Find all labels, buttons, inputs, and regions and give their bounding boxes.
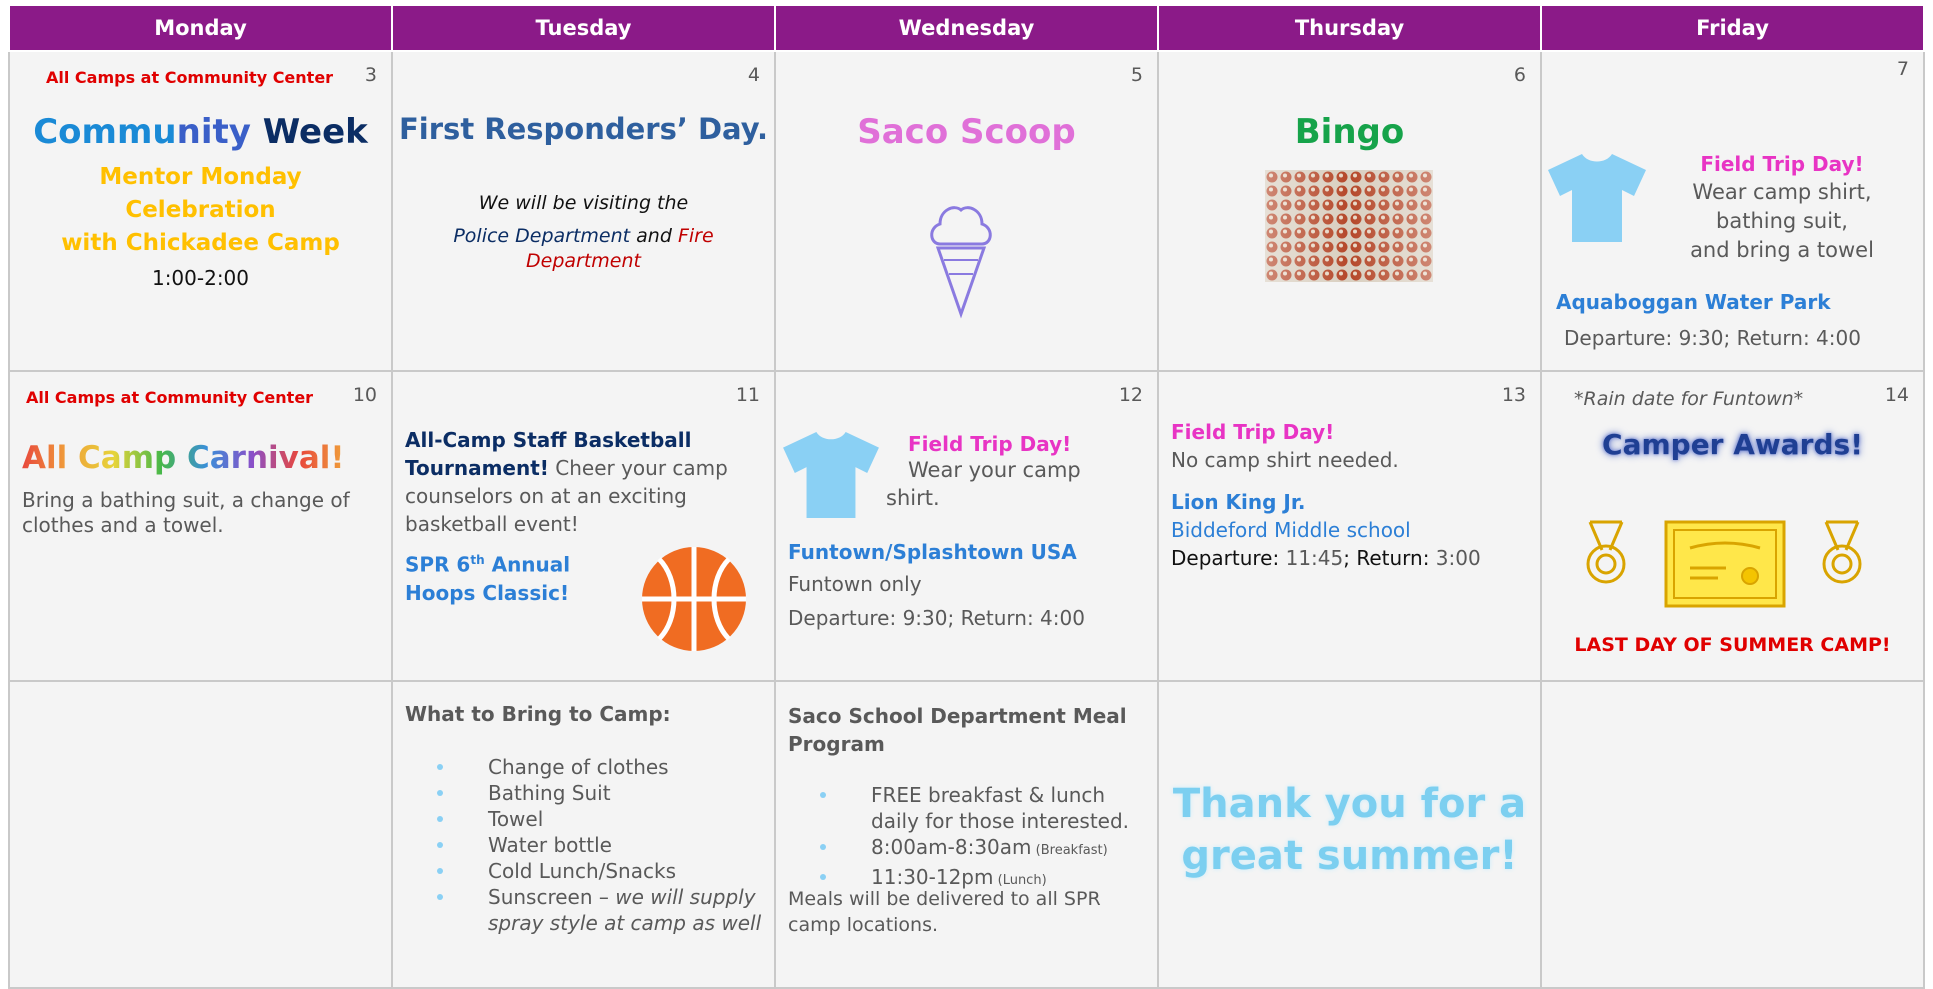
day-cell-5: 5 Saco Scoop	[774, 50, 1159, 372]
special-event: SPR 6th Annual Hoops Classic!	[405, 552, 571, 605]
day-header-monday: Monday	[8, 4, 393, 52]
medal-icon	[1586, 520, 1626, 584]
day-number: 5	[1130, 64, 1143, 86]
event-title: First Responders’ Day.	[399, 112, 768, 146]
meal-note: Meals will be delivered to all SPR camp …	[788, 888, 1101, 936]
trip-destination: Aquaboggan Water Park	[1556, 290, 1831, 314]
day-cell-12: 12 Field Trip Day! Wear your camp shirt.…	[774, 370, 1159, 682]
day-number: 11	[735, 384, 760, 406]
event-title: All Camp Carnival!	[22, 440, 345, 476]
list-item: FREE breakfast & lunch daily for those i…	[776, 782, 1148, 834]
trip-venue: Biddeford Middle school	[1171, 518, 1411, 542]
list-item: Sunscreen – we will supply spray style a…	[393, 884, 763, 936]
list-item: Towel	[393, 806, 763, 832]
empty-cell	[8, 680, 393, 989]
t-shirt-icon	[1548, 154, 1646, 242]
rain-date-note: *Rain date for Funtown*	[1574, 388, 1804, 410]
event-subtitle: Mentor Monday Celebration with Chickadee…	[61, 164, 340, 256]
day-number: 3	[364, 64, 377, 86]
event-description: All-Camp Staff Basketball Tournament! Ch…	[405, 428, 728, 536]
certificate-icon	[1664, 520, 1786, 608]
day-cell-10: All Camps at Community Center 10 All Cam…	[8, 370, 393, 682]
day-cell-7: 7 Field Trip Day! Wear camp shirt, bathi…	[1540, 50, 1925, 372]
trip-times: Departure: 9:30; Return: 4:00	[788, 606, 1085, 630]
trip-destination: Lion King Jr.	[1171, 490, 1306, 514]
day-number: 6	[1513, 64, 1526, 86]
week-row-3: What to Bring to Camp: Change of clothes…	[8, 680, 1925, 989]
packing-list: Change of clothes Bathing Suit Towel Wat…	[393, 754, 763, 936]
event-description: Bring a bathing suit, a change of clothe…	[22, 488, 350, 537]
section-title: What to Bring to Camp:	[405, 702, 671, 726]
trip-times: Departure: 9:30; Return: 4:00	[1564, 326, 1861, 350]
day-header-tuesday: Tuesday	[391, 4, 776, 52]
trip-destination: Funtown/Splashtown USA	[788, 540, 1077, 564]
list-item: Cold Lunch/Snacks	[393, 858, 763, 884]
day-cell-11: 11 All-Camp Staff Basketball Tournament!…	[391, 370, 776, 682]
location-note: All Camps at Community Center	[26, 388, 314, 407]
event-title: Community Week	[33, 112, 368, 152]
trip-times: Departure: 11:45; Return: 3:00	[1171, 546, 1481, 570]
last-day-banner: LAST DAY OF SUMMER CAMP!	[1574, 634, 1891, 656]
day-number: 13	[1501, 384, 1526, 406]
trip-note: No camp shirt needed.	[1171, 448, 1399, 472]
event-title: Saco Scoop	[857, 112, 1076, 152]
thank-you-cell: Thank you for a great summer!	[1157, 680, 1542, 989]
day-header-row: Monday Tuesday Wednesday Thursday Friday	[8, 4, 1925, 52]
event-instructions: Wear camp shirt, bathing suit, and bring…	[1690, 180, 1874, 262]
day-header-wednesday: Wednesday	[774, 4, 1159, 52]
list-item: Change of clothes	[393, 754, 763, 780]
day-number: 10	[352, 384, 377, 406]
field-trip-label: Field Trip Day!	[1700, 152, 1864, 176]
basketball-icon	[642, 547, 746, 651]
day-cell-6: 6 Bingo	[1157, 50, 1542, 372]
list-item: Water bottle	[393, 832, 763, 858]
event-locations: Police Department and Fire Department	[453, 225, 714, 272]
day-number: 4	[747, 64, 760, 86]
field-trip-label: Field Trip Day!	[1171, 420, 1335, 444]
event-title: Camper Awards!	[1602, 428, 1863, 461]
week-row-1: All Camps at Community Center 3 Communit…	[8, 50, 1925, 372]
day-cell-13: 13 Field Trip Day! No camp shirt needed.…	[1157, 370, 1542, 682]
empty-cell	[1540, 680, 1925, 989]
day-number: 14	[1884, 384, 1909, 406]
meal-program-cell: Saco School Department Meal Program FREE…	[774, 680, 1159, 989]
trip-note: Funtown only	[788, 572, 922, 596]
field-trip-label: Field Trip Day!	[908, 432, 1072, 456]
calendar-table: Monday Tuesday Wednesday Thursday Friday…	[8, 4, 1925, 989]
location-note: All Camps at Community Center	[46, 68, 334, 87]
ice-cream-icon	[930, 206, 992, 319]
day-number: 7	[1896, 58, 1909, 80]
bingo-image	[1265, 170, 1433, 282]
event-time: 1:00-2:00	[151, 266, 250, 290]
event-instructions: Wear your camp shirt.	[886, 458, 1081, 510]
t-shirt-icon	[783, 431, 879, 519]
what-to-bring-cell: What to Bring to Camp: Change of clothes…	[391, 680, 776, 989]
meal-list: FREE breakfast & lunch daily for those i…	[776, 782, 1148, 894]
event-description: We will be visiting the	[478, 192, 689, 214]
list-item: 8:00am-8:30am (Breakfast)	[776, 834, 1148, 864]
day-header-friday: Friday	[1540, 4, 1925, 52]
week-row-2: All Camps at Community Center 10 All Cam…	[8, 370, 1925, 682]
day-cell-3: All Camps at Community Center 3 Communit…	[8, 50, 393, 372]
day-header-thursday: Thursday	[1157, 4, 1542, 52]
day-number: 12	[1118, 384, 1143, 406]
medal-icon	[1822, 520, 1862, 584]
event-title: Bingo	[1294, 112, 1405, 152]
day-cell-4: 4 First Responders’ Day. We will be visi…	[391, 50, 776, 372]
thank-you-message: Thank you for a great summer!	[1172, 781, 1527, 879]
list-item: Bathing Suit	[393, 780, 763, 806]
section-title: Saco School Department Meal Program	[788, 704, 1127, 756]
day-cell-14: *Rain date for Funtown* 14 Camper Awards…	[1540, 370, 1925, 682]
